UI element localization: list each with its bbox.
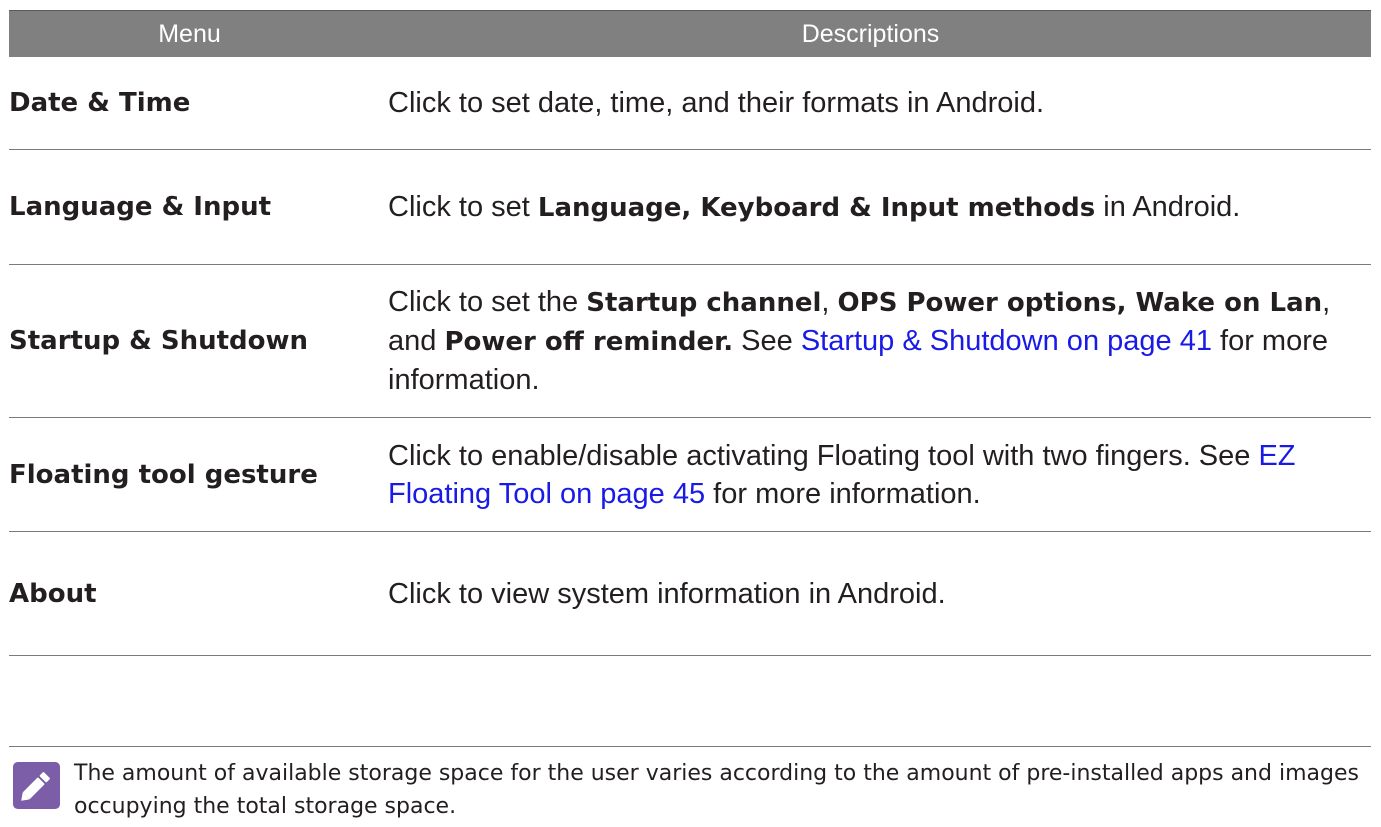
desc-text: for more information. [705, 477, 981, 510]
table-row-startup-shutdown: Startup & Shutdown Click to set the Star… [9, 265, 1371, 418]
desc-text: Click to set the [388, 286, 587, 318]
row-description: Click to set date, time, and their forma… [370, 84, 1371, 122]
desc-text: Click to view system information in Andr… [388, 577, 946, 610]
header-descriptions: Descriptions [801, 19, 940, 48]
desc-text: Click to set [388, 190, 538, 223]
settings-table: Menu Descriptions Date & Time Click to s… [9, 10, 1371, 656]
row-description: Click to set Language, Keyboard & Input … [370, 188, 1371, 227]
pencil-note-icon [12, 761, 61, 810]
bold-term: Power off reminder. [444, 327, 734, 357]
menu-label: Language & Input [9, 192, 272, 222]
row-description: Click to view system information in Andr… [370, 575, 1371, 613]
desc-text: Click to enable/disable activating Float… [388, 439, 1259, 472]
row-description: Click to set the Startup channel, OPS Po… [370, 283, 1371, 399]
table-row-language-input: Language & Input Click to set Language, … [9, 150, 1371, 265]
table-row-date-time: Date & Time Click to set date, time, and… [9, 57, 1371, 150]
table-row-about: About Click to view system information i… [9, 532, 1371, 656]
desc-text: , [821, 286, 838, 318]
bold-term: OPS Power options, Wake on Lan [837, 288, 1323, 318]
table-header: Menu Descriptions [9, 10, 1371, 57]
bold-term: Startup channel [586, 288, 822, 318]
note-text: The amount of available storage space fo… [74, 761, 1359, 819]
note-box: The amount of available storage space fo… [9, 746, 1371, 827]
page-link[interactable]: Startup & Shutdown on page 41 [801, 325, 1212, 357]
table-row-floating-tool: Floating tool gesture Click to enable/di… [9, 418, 1371, 532]
row-description: Click to enable/disable activating Float… [370, 437, 1371, 513]
desc-text: in Android. [1095, 190, 1241, 223]
desc-text: See [733, 325, 801, 357]
header-menu: Menu [158, 19, 221, 48]
menu-label: Floating tool gesture [9, 459, 318, 490]
menu-label: About [9, 578, 97, 609]
bold-term: Language, Keyboard & Input methods [537, 192, 1096, 223]
desc-text: Click to set date, time, and their forma… [388, 87, 1045, 119]
menu-label: Startup & Shutdown [9, 326, 309, 356]
menu-label: Date & Time [9, 88, 191, 118]
